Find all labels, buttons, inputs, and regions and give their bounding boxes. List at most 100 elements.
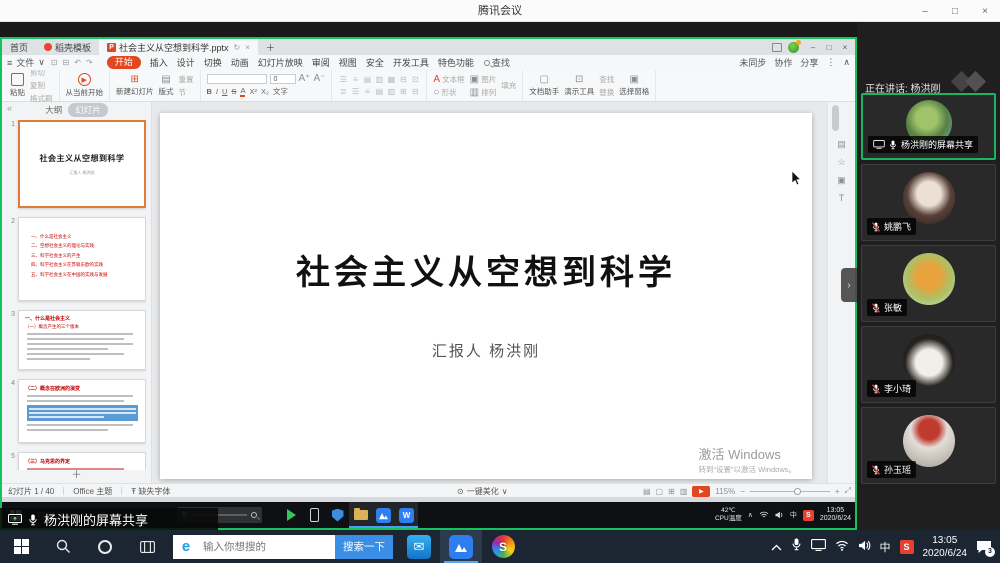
tab-store[interactable]: 稻壳模板 [36, 39, 99, 55]
bold-button[interactable]: B [207, 87, 212, 96]
tray-volume-icon[interactable] [858, 538, 871, 556]
pc-manager-icon[interactable] [326, 502, 349, 528]
zoom-in-icon[interactable]: + [835, 487, 840, 496]
effects-icon[interactable]: ☆ [837, 158, 845, 167]
scrollbar-thumb[interactable] [832, 105, 839, 131]
tab-view[interactable]: 视图 [339, 56, 357, 69]
tab-insert[interactable]: 插入 [150, 56, 168, 69]
tray-wifi-icon[interactable] [835, 538, 849, 556]
collapse-panel-icon[interactable]: « [7, 103, 12, 113]
tab-review[interactable]: 审阅 [312, 56, 330, 69]
sogou-browser-icon[interactable]: S [482, 530, 524, 563]
taskbar-search-icon[interactable] [42, 530, 84, 563]
start-button[interactable] [0, 530, 42, 563]
layers-icon[interactable]: ▣ [837, 176, 846, 185]
current-slide[interactable]: 社会主义从空想到科学 汇报人 杨洪刚 激活 Windows 转到“设置”以激活 … [160, 113, 812, 479]
tab-sync-icon[interactable]: ↻ [234, 43, 241, 52]
tab-home[interactable]: 首页 [2, 39, 36, 55]
zoom-out-icon[interactable]: − [740, 487, 745, 496]
ribbon-find-button[interactable]: 查找 [599, 74, 614, 85]
save-icon[interactable]: ⊡ [51, 58, 58, 67]
fit-slide-icon[interactable]: ⤢ [845, 486, 851, 496]
italic-button[interactable]: I [216, 87, 218, 96]
slide-thumb-3[interactable]: 一、什么是社会主义 （一）概念产生的三个版本 [18, 310, 146, 370]
text-tool-icon[interactable]: T [839, 194, 845, 203]
ime-indicator[interactable]: 中 [880, 539, 891, 555]
sorter-view-icon[interactable]: ⊞ [668, 487, 675, 496]
slide-canvas[interactable]: 社会主义从空想到科学 汇报人 杨洪刚 激活 Windows 转到“设置”以激活 … [152, 102, 827, 483]
ime-indicator[interactable]: 中 [790, 510, 797, 520]
section-button[interactable]: 节 [179, 87, 194, 98]
tencent-meeting-taskbar-icon[interactable] [440, 530, 482, 563]
more-icon[interactable]: ⋮ [826, 57, 835, 68]
notification-center-icon[interactable]: 3 [976, 540, 992, 554]
wps-close-icon[interactable]: × [837, 43, 853, 52]
replace-button[interactable]: 替换 [599, 87, 614, 98]
font-name-combobox[interactable] [207, 74, 267, 84]
zoom-slider-thumb[interactable] [794, 488, 801, 495]
participant-tile[interactable]: 姚鹏飞 [861, 164, 996, 241]
selection-pane-button[interactable]: ▣ 选择窗格 [619, 75, 649, 97]
missing-font-warning[interactable]: Ŧ 缺失字体 [131, 486, 170, 497]
slide-thumb-5[interactable]: （三）马克思的界定 [18, 452, 146, 470]
shape-button[interactable]: ○ 形状 [433, 87, 464, 98]
collab-button[interactable]: 协作 [774, 56, 792, 69]
sogou-tray-icon[interactable]: S [803, 510, 814, 521]
add-slide-button[interactable]: ＋ [2, 470, 151, 483]
paragraph-buttons[interactable]: ☰≡▤▥▦⊟⊡ ≣☰≡▤▥⊞⊟ [338, 75, 420, 97]
paste-button[interactable]: 粘贴 [10, 73, 25, 98]
tab-design[interactable]: 设计 [177, 56, 195, 69]
media-player-icon[interactable] [280, 502, 303, 528]
cortana-icon[interactable] [84, 530, 126, 563]
text-effects-button[interactable]: 文字 [273, 86, 288, 97]
sync-status[interactable]: 未同步 [739, 56, 766, 69]
slide-thumb-1[interactable]: 社会主义从空想到科学 汇报人 杨洪刚 [18, 120, 146, 208]
share-button[interactable]: 分享 [800, 56, 818, 69]
slides-tab[interactable]: 幻灯片 [68, 103, 108, 117]
task-view-icon[interactable] [126, 530, 168, 563]
slideshow-button[interactable]: ▶ [692, 486, 710, 497]
web-search-input[interactable] [199, 535, 335, 559]
layout-button[interactable]: ▤ 版式 [159, 75, 174, 97]
tray-cast-icon[interactable] [811, 538, 826, 556]
wps-app-icon[interactable]: W [395, 502, 418, 528]
arrange-button[interactable]: ▥ 排列 [470, 87, 497, 98]
web-search-button[interactable]: 搜索一下 [335, 535, 393, 559]
properties-icon[interactable]: ▤ [837, 140, 846, 149]
participant-tile[interactable]: 李小琦 [861, 326, 996, 403]
tab-close-icon[interactable]: × [245, 43, 250, 52]
present-tools-button[interactable]: ⊡ 演示工具 [564, 75, 594, 97]
tab-features[interactable]: 特色功能 [438, 56, 474, 69]
file-explorer-icon[interactable] [349, 502, 372, 528]
print-icon[interactable]: ⊟ [63, 58, 70, 67]
redo-icon[interactable]: ↷ [86, 58, 93, 67]
grow-font-icon[interactable]: A⁺ [299, 74, 311, 84]
subscript-button[interactable]: X₂ [261, 87, 269, 96]
tab-transition[interactable]: 切换 [204, 56, 222, 69]
tencent-meeting-app-icon[interactable] [372, 502, 395, 528]
new-tab-button[interactable]: ＋ [258, 39, 283, 55]
tab-start[interactable]: 开始 [107, 56, 141, 69]
undo-icon[interactable]: ↶ [74, 58, 81, 67]
read-view-icon[interactable]: ▥ [680, 487, 688, 496]
participant-tile[interactable]: 张敏 [861, 245, 996, 322]
doc-assistant-button[interactable]: ▢ 文档助手 [529, 75, 559, 97]
font-size-combobox[interactable]: 0 [270, 74, 296, 84]
chevron-up-icon[interactable]: ∧ [748, 511, 753, 519]
tab-devtools[interactable]: 开发工具 [393, 56, 429, 69]
slide-thumb-2[interactable]: 一、什么是社会主义 二、空想社会主义的理论与实践 三、科学社会主义的产生 四、科… [18, 217, 146, 301]
collapse-ribbon-icon[interactable]: ∧ [843, 57, 850, 68]
phone-app-icon[interactable] [303, 502, 326, 528]
copy-button[interactable]: 复制 [30, 80, 53, 91]
new-slide-button[interactable]: ⊞ 新建幻灯片 [116, 75, 154, 97]
font-color-button[interactable]: A [240, 86, 245, 97]
play-from-current-button[interactable]: ▶ 从当前开始 [66, 73, 104, 98]
zoom-slider[interactable] [750, 491, 830, 492]
slide-thumb-4[interactable]: （二）概念在欧洲的演变 [18, 379, 146, 443]
tab-animation[interactable]: 动画 [231, 56, 249, 69]
tray-chevron-up-icon[interactable] [771, 538, 782, 556]
quick-access-toolbar[interactable]: ⊡ ⊟ ↶ ↷ [51, 58, 93, 67]
reset-button[interactable]: 重置 [179, 74, 194, 85]
wps-maximize-icon[interactable]: □ [821, 43, 837, 52]
find-button[interactable]: 查找 [484, 56, 510, 69]
